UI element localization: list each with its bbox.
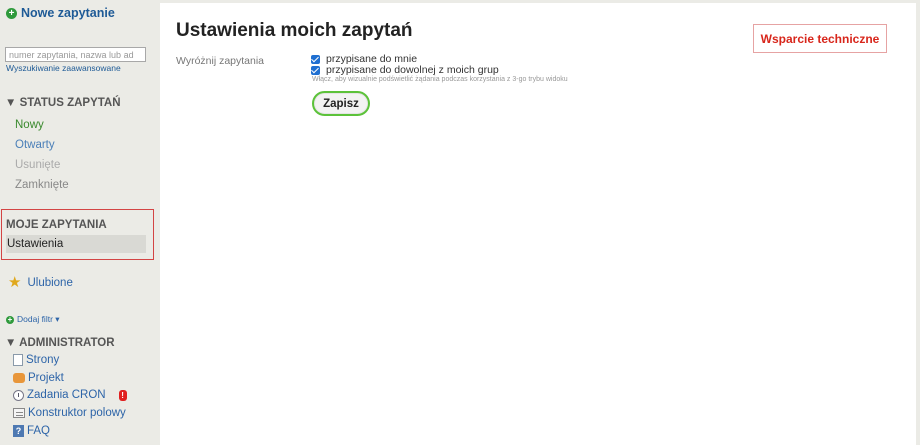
- page-icon: [13, 354, 23, 366]
- project-icon: [13, 373, 25, 383]
- new-ticket-label: Nowe zapytanie: [21, 6, 115, 20]
- page-title: Ustawienia moich zapytań: [176, 20, 413, 41]
- admin-item-pages[interactable]: Strony: [13, 354, 59, 366]
- new-ticket-link[interactable]: + Nowe zapytanie: [6, 6, 115, 20]
- checkbox-checked[interactable]: [311, 65, 320, 75]
- admin-item-label: Konstruktor polowy: [28, 407, 126, 419]
- favorites-link[interactable]: ★ Ulubione: [8, 274, 73, 291]
- plus-circle-icon: +: [6, 7, 17, 19]
- search-input[interactable]: [5, 47, 146, 62]
- status-item-deleted[interactable]: Usunięte: [15, 159, 60, 171]
- admin-item-label: FAQ: [27, 425, 51, 437]
- favorites-label: Ulubione: [27, 277, 73, 289]
- faq-icon: ?: [13, 425, 24, 437]
- admin-item-faq[interactable]: ? FAQ: [13, 425, 50, 437]
- form-icon: [13, 408, 25, 418]
- admin-item-label: Strony: [26, 354, 60, 366]
- my-tickets-settings[interactable]: Ustawienia: [6, 235, 146, 253]
- clock-icon: [13, 389, 24, 401]
- status-heading[interactable]: ▼ STATUS ZAPYTAŃ: [5, 97, 121, 109]
- status-item-closed[interactable]: Zamknięte: [15, 179, 69, 191]
- admin-item-project[interactable]: Projekt: [13, 372, 64, 384]
- save-button[interactable]: Zapisz: [312, 91, 370, 116]
- checkbox-checked[interactable]: [311, 54, 320, 64]
- option-label: przypisane do dowolnej z moich grup: [326, 64, 499, 76]
- admin-item-label: Zadania CRON: [27, 389, 106, 401]
- admin-heading[interactable]: ▼ ADMINISTRATOR: [5, 337, 115, 349]
- status-item-open[interactable]: Otwarty: [15, 139, 55, 151]
- hint-text: Włącz, aby wizualnie podświetlić żądania…: [312, 76, 568, 83]
- status-item-new[interactable]: Nowy: [15, 119, 44, 131]
- admin-item-form-builder[interactable]: Konstruktor polowy: [13, 407, 126, 419]
- star-icon: ★: [8, 274, 22, 291]
- plus-circle-icon: +: [6, 314, 14, 324]
- support-button[interactable]: Wsparcie techniczne: [753, 24, 887, 53]
- warning-badge: !: [118, 389, 127, 401]
- highlight-label: Wyróżnij zapytania: [176, 55, 265, 67]
- add-filter-link[interactable]: + Dodaj filtr ▾: [6, 314, 60, 325]
- main-panel: Ustawienia moich zapytań Wsparcie techni…: [160, 3, 916, 445]
- add-filter-label: Dodaj filtr ▾: [17, 314, 60, 324]
- advanced-search-link[interactable]: Wyszukiwanie zaawansowane: [6, 63, 121, 73]
- option-assigned-to-group[interactable]: przypisane do dowolnej z moich grup: [311, 64, 499, 76]
- sidebar: + Nowe zapytanie Wyszukiwanie zaawansowa…: [0, 0, 160, 445]
- admin-item-cron[interactable]: Zadania CRON !: [13, 389, 127, 401]
- admin-item-label: Projekt: [28, 372, 64, 384]
- my-tickets-heading: MOJE ZAPYTANIA: [6, 219, 107, 231]
